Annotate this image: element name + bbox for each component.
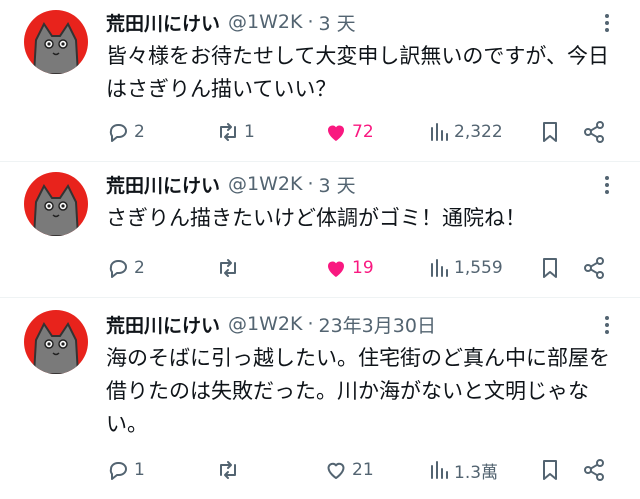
bookmark-button[interactable] bbox=[538, 253, 562, 283]
like-count: 72 bbox=[352, 122, 374, 142]
reply-button[interactable]: 2 bbox=[106, 117, 145, 147]
reply-count: 2 bbox=[134, 258, 145, 278]
more-icon[interactable] bbox=[596, 12, 618, 34]
avatar[interactable] bbox=[24, 310, 88, 374]
bookmark-icon bbox=[543, 460, 557, 480]
reply-button[interactable]: 2 bbox=[106, 253, 145, 283]
tweet-2[interactable]: 荒田川にけい @1W2K · 3 天 さぎりん描きたいけど体調がゴミ！通院ね！ … bbox=[0, 162, 640, 298]
view-count: 2,322 bbox=[454, 122, 503, 142]
user-handle[interactable]: @1W2K bbox=[228, 11, 302, 33]
action-bar: 2 19 1,559 bbox=[106, 253, 626, 283]
views-button[interactable]: 1,559 bbox=[428, 253, 503, 283]
share-button[interactable] bbox=[582, 253, 606, 283]
bookmark-button[interactable] bbox=[538, 117, 562, 147]
tweet-text: 海のそばに引っ越したい。住宅街のど真ん中に部屋を借りたのは失敗だった。川か海がな… bbox=[106, 346, 610, 436]
like-button[interactable]: 19 bbox=[324, 253, 374, 283]
views-icon bbox=[431, 461, 448, 479]
views-button[interactable]: 2,322 bbox=[428, 117, 503, 147]
reply-icon bbox=[109, 260, 127, 278]
more-icon[interactable] bbox=[596, 314, 618, 336]
separator-dot: · bbox=[307, 173, 314, 195]
display-name[interactable]: 荒田川にけい bbox=[106, 9, 220, 36]
retweet-icon bbox=[220, 259, 236, 277]
action-bar: 1 21 1.3萬 bbox=[106, 455, 626, 485]
views-button[interactable]: 1.3萬 bbox=[428, 455, 498, 485]
reply-count: 1 bbox=[134, 460, 145, 480]
user-handle[interactable]: @1W2K bbox=[228, 173, 302, 195]
share-icon bbox=[584, 257, 604, 279]
tweet-text: さぎりん描きたいけど体調がゴミ！通院ね！ bbox=[106, 206, 526, 230]
tweet-header: 荒田川にけい @1W2K · 3 天 bbox=[106, 9, 356, 36]
reply-count: 2 bbox=[134, 122, 145, 142]
avatar[interactable] bbox=[24, 172, 88, 236]
share-icon bbox=[584, 459, 604, 481]
retweet-icon bbox=[220, 461, 236, 479]
views-icon bbox=[431, 123, 448, 141]
display-name[interactable]: 荒田川にけい bbox=[106, 171, 220, 198]
bookmark-button[interactable] bbox=[538, 455, 562, 485]
timestamp[interactable]: 23年3月30日 bbox=[319, 311, 436, 338]
retweet-button[interactable] bbox=[216, 455, 244, 485]
separator-dot: · bbox=[307, 11, 314, 33]
tweet-3[interactable]: 荒田川にけい @1W2K · 23年3月30日 海のそばに引っ越したい。住宅街の… bbox=[0, 298, 640, 499]
retweet-icon bbox=[220, 123, 236, 141]
reply-icon bbox=[109, 462, 127, 480]
view-count: 1,559 bbox=[454, 258, 503, 278]
tweet-header: 荒田川にけい @1W2K · 3 天 bbox=[106, 171, 356, 198]
like-count: 21 bbox=[352, 460, 374, 480]
user-handle[interactable]: @1W2K bbox=[228, 313, 302, 335]
more-icon[interactable] bbox=[596, 174, 618, 196]
view-count: 1.3萬 bbox=[454, 462, 499, 483]
like-icon bbox=[327, 462, 345, 479]
separator-dot: · bbox=[307, 313, 314, 335]
like-count: 19 bbox=[352, 258, 374, 278]
timestamp[interactable]: 3 天 bbox=[319, 171, 356, 198]
share-button[interactable] bbox=[582, 117, 606, 147]
reply-icon bbox=[109, 124, 127, 142]
share-icon bbox=[584, 121, 604, 143]
share-button[interactable] bbox=[582, 455, 606, 485]
like-icon bbox=[328, 261, 344, 277]
avatar[interactable] bbox=[24, 10, 88, 74]
tweet-text: 皆々様をお待たせして大変申し訳無いのですが、今日はさぎりん描いていい？ bbox=[106, 44, 609, 101]
display-name[interactable]: 荒田川にけい bbox=[106, 311, 220, 338]
reply-button[interactable]: 1 bbox=[106, 455, 145, 485]
avatar-cat-icon bbox=[24, 310, 88, 374]
views-icon bbox=[431, 259, 448, 277]
timestamp[interactable]: 3 天 bbox=[319, 9, 356, 36]
like-icon bbox=[328, 125, 344, 141]
bookmark-icon bbox=[543, 258, 557, 278]
avatar-cat-icon bbox=[24, 172, 88, 236]
tweet-header: 荒田川にけい @1W2K · 23年3月30日 bbox=[106, 311, 436, 338]
like-button[interactable]: 21 bbox=[324, 455, 374, 485]
bookmark-icon bbox=[543, 122, 557, 142]
retweet-count: 1 bbox=[244, 122, 255, 142]
like-button[interactable]: 72 bbox=[324, 117, 374, 147]
action-bar: 2 1 72 2,322 bbox=[106, 117, 626, 147]
retweet-button[interactable] bbox=[216, 253, 244, 283]
tweet-1[interactable]: 荒田川にけい @1W2K · 3 天 皆々様をお待たせして大変申し訳無いのですが… bbox=[0, 0, 640, 162]
avatar-cat-icon bbox=[24, 10, 88, 74]
retweet-button[interactable]: 1 bbox=[216, 117, 255, 147]
